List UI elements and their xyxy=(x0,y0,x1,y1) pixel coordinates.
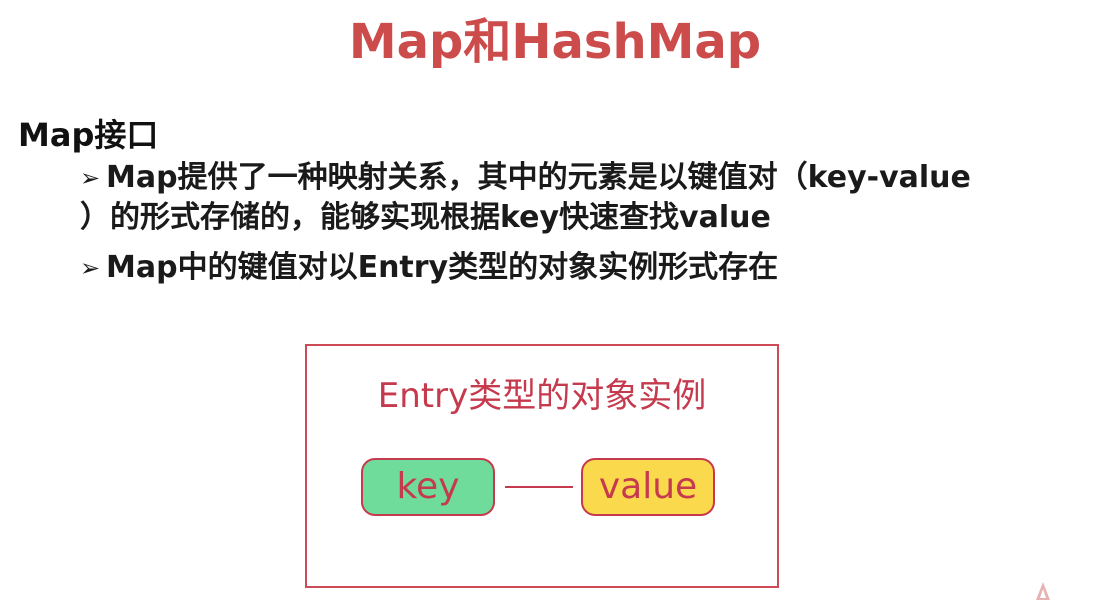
slide-title: Map和HashMap xyxy=(348,14,762,70)
bullet-list: ➢ Map提供了一种映射关系，其中的元素是以键值对（key-value ）的形式… xyxy=(80,158,1070,298)
bullet-text: Map中的键值对以Entry类型的对象实例形式存在 xyxy=(106,250,779,285)
key-pill: key xyxy=(361,458,495,516)
entry-diagram-title: Entry类型的对象实例 xyxy=(377,376,707,416)
entry-diagram: Entry类型的对象实例 key value xyxy=(305,344,779,588)
bullet-arrow-icon: ➢ xyxy=(80,164,101,192)
value-pill: value xyxy=(581,458,715,516)
bullet-text: Map提供了一种映射关系，其中的元素是以键值对（key-value xyxy=(106,160,971,195)
bullet-text-continued: ）的形式存储的，能够实现根据key快速查找value xyxy=(80,200,771,235)
key-value-connector xyxy=(505,486,573,488)
bullet-item: ➢ Map中的键值对以Entry类型的对象实例形式存在 xyxy=(80,248,1070,288)
brand-logo-icon xyxy=(1036,582,1050,600)
bullet-arrow-icon: ➢ xyxy=(80,254,101,282)
brand-watermark xyxy=(1034,578,1110,600)
section-heading: Map接口 xyxy=(18,116,159,154)
bullet-item: ➢ Map提供了一种映射关系，其中的元素是以键值对（key-value ）的形式… xyxy=(80,158,1070,238)
